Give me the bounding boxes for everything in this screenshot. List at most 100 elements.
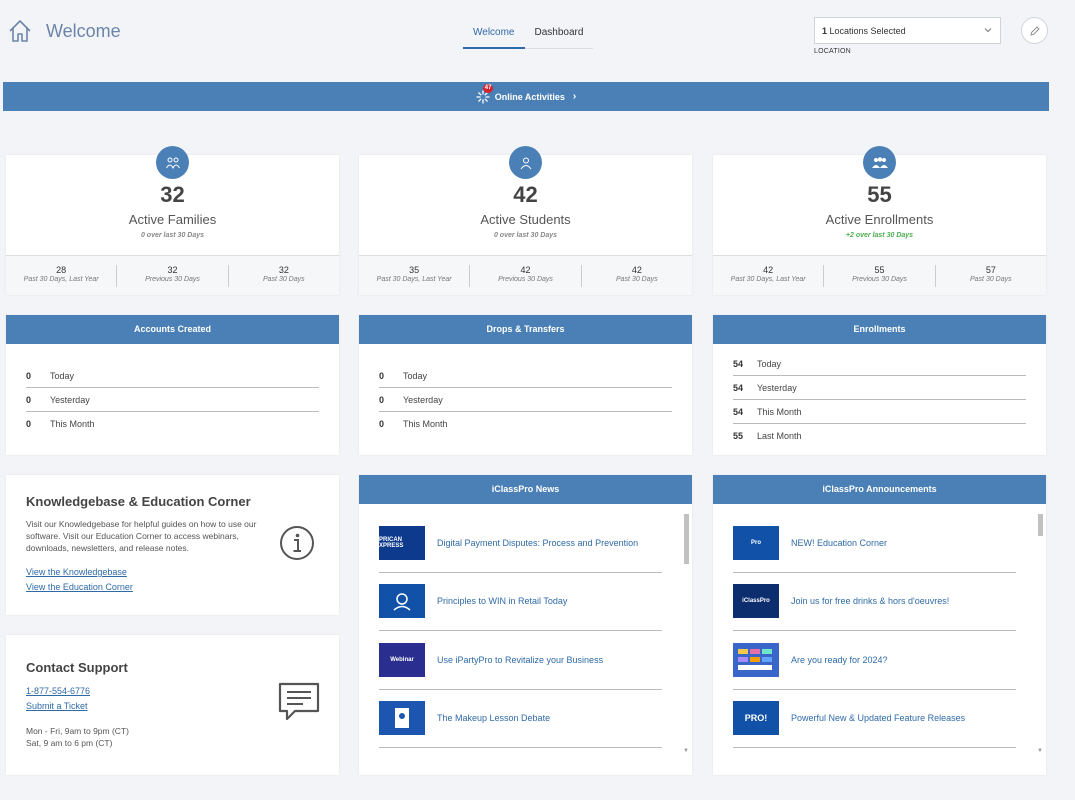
news-item[interactable]: Webinar Use iPartyPro to Revitalize your… <box>379 631 662 690</box>
tab-dashboard[interactable]: Dashboard <box>524 20 594 49</box>
announcements-list: Pro NEW! Education Corner iClassPro Join… <box>733 514 1016 748</box>
news-thumbnail: PRICAN XPRESS <box>379 525 425 560</box>
scroll-down-arrow-icon[interactable]: ▼ <box>1037 748 1043 754</box>
announcement-item[interactable]: Are you ready for 2024? <box>733 631 1016 690</box>
education-corner-link[interactable]: View the Education Corner <box>26 582 133 592</box>
news-item[interactable]: Principles to WIN in Retail Today <box>379 573 662 631</box>
pencil-icon <box>1029 25 1040 36</box>
panel-title: iClassPro Announcements <box>713 475 1046 504</box>
list-item: 0 Today <box>26 364 319 388</box>
list-item: 0 Yesterday <box>26 388 319 412</box>
contact-support-title: Contact Support <box>26 660 128 675</box>
page-title: Welcome <box>46 21 121 41</box>
news-item-title[interactable]: Principles to WIN in Retail Today <box>437 596 567 606</box>
location-count: 1 <box>822 26 828 36</box>
location-label: LOCATION <box>814 48 851 55</box>
list-item-label: Today <box>757 358 782 369</box>
footer-caption: Past 30 Days, Last Year <box>730 275 806 283</box>
news-item-title[interactable]: The Makeup Lesson Debate <box>437 713 550 723</box>
stat-value: 55 <box>867 182 892 207</box>
news-item[interactable]: The Makeup Lesson Debate <box>379 690 662 748</box>
scroll-down-arrow-icon[interactable]: ▼ <box>683 748 689 754</box>
announcement-item-title[interactable]: Powerful New & Updated Feature Releases <box>791 713 965 723</box>
panel-title: Drops & Transfers <box>359 315 692 344</box>
announcement-thumbnail: PRO! <box>733 701 779 736</box>
stat-footer: 28 Past 30 Days, Last Year 32 Previous 30 … <box>6 255 339 295</box>
panel-title: Accounts Created <box>6 315 339 344</box>
knowledgebase-link[interactable]: View the Knowledgebase <box>26 567 127 577</box>
info-icon <box>280 526 314 560</box>
announcement-item-title[interactable]: Join us for free drinks & hors d'oeuvres… <box>791 596 949 606</box>
stat-value: 32 <box>160 182 185 207</box>
list-item: 54 Today <box>733 352 1026 376</box>
stat-value: 42 <box>513 182 538 207</box>
footer-caption: Previous 30 Days <box>498 275 553 283</box>
list-item-count: 54 <box>733 406 744 417</box>
accounts-created-panel: Accounts Created 0 Today 0 Yesterday 0 This… <box>6 315 339 455</box>
home-icon[interactable] <box>7 18 33 44</box>
announcement-item[interactable]: PRO! Powerful New & Updated Feature Rele… <box>733 690 1016 748</box>
announcements-scrollbar[interactable]: ▼ <box>1037 514 1044 754</box>
announcement-thumbnail <box>733 642 779 677</box>
submit-ticket-link[interactable]: Submit a Ticket <box>26 701 88 711</box>
footer-num: 55 <box>874 264 885 275</box>
enrollments-panel: Enrollments 54 Today 54 Yesterday 54 This M… <box>713 315 1046 455</box>
panel-title: Enrollments <box>713 315 1046 344</box>
footer-col: 42 Past 30 Days <box>582 265 692 287</box>
footer-caption: Previous 30 Days <box>852 275 907 283</box>
list-item-label: This Month <box>50 419 95 429</box>
footer-caption: Past 30 Days <box>616 275 658 283</box>
tab-welcome[interactable]: Welcome <box>463 20 525 49</box>
knowledgebase-text: Visit our Knowledgebase for helpful guid… <box>26 519 257 553</box>
knowledgebase-title: Knowledgebase & Education Corner <box>26 494 251 509</box>
scrollbar-thumb[interactable] <box>1038 514 1043 536</box>
stat-card-enrollments: 55 Active Enrollments +2 over last 30 Da… <box>713 146 1046 295</box>
list-rows: 0 Today 0 Yesterday 0 This Month <box>6 344 339 436</box>
list-item: 0 Today <box>379 364 672 388</box>
list-item-count: 54 <box>733 382 744 393</box>
list-item-label: Yesterday <box>403 394 443 405</box>
tab-bar: Welcome Dashboard <box>463 20 594 49</box>
support-hours-saturday: Sat, 9 am to 6 pm (CT) <box>26 738 113 748</box>
list-item-label: Last Month <box>757 431 802 441</box>
footer-col: 32 Past 30 Days <box>229 265 339 287</box>
footer-num: 35 <box>409 264 420 275</box>
news-item-title[interactable]: Use iPartyPro to Revitalize your Busines… <box>437 655 603 665</box>
online-activities-bar[interactable]: 47 Online Activities › <box>3 82 1049 111</box>
list-item-count: 0 <box>379 419 385 429</box>
announcement-item[interactable]: iClassPro Join us for free drinks & hors… <box>733 573 1016 631</box>
activity-spinner-icon: 47 <box>476 83 494 104</box>
list-item: 0 Yesterday <box>379 388 672 412</box>
news-thumbnail: Webinar <box>379 642 425 677</box>
footer-num: 42 <box>520 264 531 275</box>
student-icon <box>509 146 542 179</box>
announcement-item[interactable]: Pro NEW! Education Corner <box>733 514 1016 573</box>
announcement-item-title[interactable]: NEW! Education Corner <box>791 538 887 548</box>
enrollments-icon <box>863 146 896 179</box>
footer-col: 42 Past 30 Days, Last Year <box>713 264 825 287</box>
announcement-item-title[interactable]: Are you ready for 2024? <box>791 655 888 665</box>
footer-col: 57 Past 30 Days <box>936 265 1046 287</box>
list-item-count: 0 <box>379 394 385 405</box>
location-select[interactable]: 1 Locations Selected <box>814 17 1001 44</box>
news-scrollbar[interactable]: ▼ <box>683 514 690 754</box>
list-item-label: This Month <box>757 406 802 417</box>
news-item[interactable]: PRICAN XPRESS Digital Payment Disputes: … <box>379 514 662 573</box>
footer-caption: Past 30 Days, Last Year <box>23 275 99 283</box>
announcement-thumbnail: iClassPro <box>733 584 779 619</box>
knowledgebase-card: Knowledgebase & Education Corner Visit o… <box>6 475 339 615</box>
edit-button[interactable] <box>1021 17 1048 44</box>
header: Welcome Welcome Dashboard 1 Locations Se… <box>0 0 1075 70</box>
footer-col: 55 Previous 30 Days <box>824 264 936 287</box>
stat-card-families: 32 Active Families 0 over last 30 Days 2… <box>6 146 339 295</box>
scrollbar-thumb[interactable] <box>684 514 689 564</box>
contact-support-card: Contact Support 1-877-554-6776 Submit a … <box>6 635 339 775</box>
news-thumbnail <box>379 584 425 619</box>
support-phone-link[interactable]: 1-877-554-6776 <box>26 686 90 696</box>
stat-sub: 0 over last 30 Days <box>493 232 558 239</box>
stat-sub: 0 over last 30 Days <box>140 232 205 239</box>
news-item-title[interactable]: Digital Payment Disputes: Process and Pr… <box>437 538 638 548</box>
footer-num: 32 <box>278 264 289 275</box>
announcement-thumbnail: Pro <box>733 525 779 560</box>
footer-num: 28 <box>56 264 67 275</box>
